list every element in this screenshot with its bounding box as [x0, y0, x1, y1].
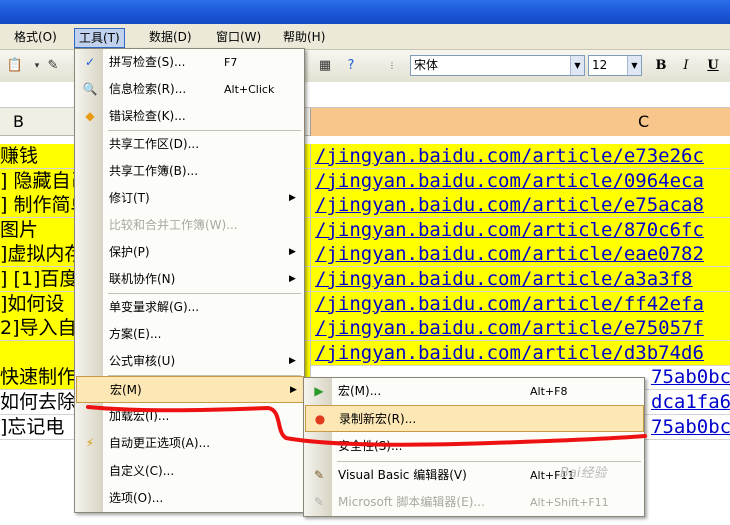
red-annotation-stroke: [86, 405, 647, 447]
excel-window: 格式(O) 工具(T) 数据(D) 窗口(W) 帮助(H) 📋 ▾ ✎ ▦ ? …: [0, 0, 730, 525]
